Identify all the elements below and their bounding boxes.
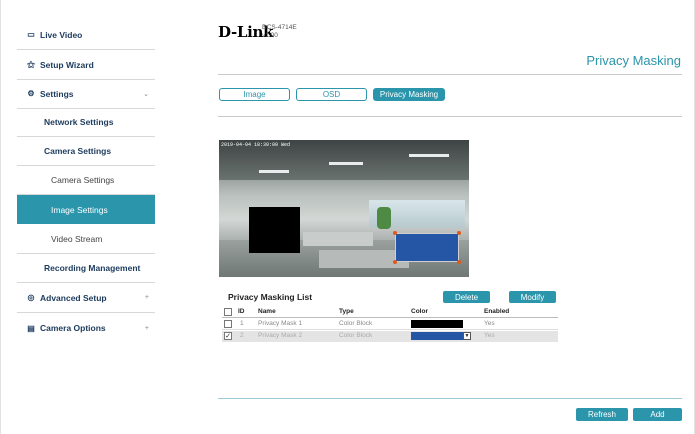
col-type: Type xyxy=(339,308,354,315)
delete-button[interactable]: Delete xyxy=(443,291,490,303)
table-row[interactable]: 1 Privacy Mask 1 Color Block Yes xyxy=(222,319,558,330)
sidebar-item-camera-settings[interactable]: Camera Settings xyxy=(17,137,155,166)
sidebar-item-label: Network Settings xyxy=(44,117,114,127)
desk xyxy=(303,232,373,246)
options-icon: ▤ xyxy=(27,323,35,333)
select-all-checkbox[interactable] xyxy=(224,308,232,316)
page-title: Privacy Masking xyxy=(586,53,681,68)
row-name: Privacy Mask 1 xyxy=(258,320,303,327)
ceiling-light xyxy=(329,162,363,165)
ceiling-light xyxy=(409,154,449,157)
sidebar-item-camera-options[interactable]: ▤ Camera Options + xyxy=(17,313,155,343)
sidebar-item-settings[interactable]: ⚙ Settings ⌄ xyxy=(17,79,155,109)
sidebar-item-advanced-setup[interactable]: ◎ Advanced Setup + xyxy=(17,283,155,313)
col-color: Color xyxy=(411,308,428,315)
sidebar-item-label: Settings xyxy=(40,88,74,99)
chevron-down-icon[interactable]: ▼ xyxy=(463,332,471,340)
expand-icon: + xyxy=(144,294,149,301)
sidebar-item-label: Camera Settings xyxy=(51,175,115,185)
firmware-version: v1.00 xyxy=(262,32,278,39)
sidebar-item-label: Camera Settings xyxy=(44,146,112,156)
ceiling-light xyxy=(259,170,289,173)
model-name: DCS-4714E xyxy=(262,24,297,31)
col-name: Name xyxy=(258,308,276,315)
col-enabled: Enabled xyxy=(484,308,510,315)
row-checkbox[interactable] xyxy=(224,320,232,328)
row-checkbox[interactable]: ✓ xyxy=(224,332,232,340)
row-id: 2 xyxy=(240,332,244,339)
resize-handle[interactable] xyxy=(457,260,461,264)
wand-icon: ⚝ xyxy=(27,59,35,69)
row-id: 1 xyxy=(240,320,244,327)
divider xyxy=(218,116,682,117)
divider xyxy=(218,74,682,75)
sidebar-item-label: Recording Management xyxy=(44,263,141,273)
list-title: Privacy Masking List xyxy=(228,292,313,302)
privacy-mask-1[interactable] xyxy=(249,207,300,253)
sidebar: ▭ Live Video ⚝ Setup Wizard ⚙ Settings ⌄… xyxy=(17,0,155,434)
refresh-button[interactable]: Refresh xyxy=(576,408,628,421)
sidebar-item-label: Advanced Setup xyxy=(40,292,107,303)
divider xyxy=(218,398,682,399)
sidebar-item-label: Live Video xyxy=(40,29,83,40)
advanced-icon: ◎ xyxy=(27,293,35,302)
video-preview[interactable]: 2019-04-04 18:30:00 Wed xyxy=(219,140,469,277)
expand-icon: + xyxy=(144,324,149,332)
resize-handle[interactable] xyxy=(393,231,397,235)
sidebar-item-recording-management[interactable]: Recording Management xyxy=(17,254,155,283)
row-name: Privacy Mask 2 xyxy=(258,332,303,339)
sidebar-item-camera-settings-sub[interactable]: Camera Settings xyxy=(17,166,155,195)
add-button[interactable]: Add xyxy=(633,408,682,421)
row-type: Color Block xyxy=(339,332,373,339)
tab-image[interactable]: Image xyxy=(219,88,290,101)
chevron-down-icon: ⌄ xyxy=(143,90,149,98)
col-id: ID xyxy=(238,308,245,315)
sidebar-item-label: Setup Wizard xyxy=(40,59,94,70)
tab-privacy-masking[interactable]: Privacy Masking xyxy=(373,88,445,101)
row-enabled: Yes xyxy=(484,332,495,339)
color-select[interactable] xyxy=(411,332,463,340)
table-row[interactable]: ✓ 2 Privacy Mask 2 Color Block ▼ Yes xyxy=(222,331,558,342)
resize-handle[interactable] xyxy=(457,231,461,235)
modify-button[interactable]: Modify xyxy=(509,291,556,303)
sidebar-item-setup-wizard[interactable]: ⚝ Setup Wizard xyxy=(17,50,155,80)
sidebar-item-label: Video Stream xyxy=(51,234,103,244)
resize-handle[interactable] xyxy=(393,260,397,264)
sidebar-item-label: Image Settings xyxy=(51,204,108,215)
sidebar-item-image-settings[interactable]: Image Settings xyxy=(17,195,155,224)
gear-icon: ⚙ xyxy=(27,89,35,98)
video-icon: ▭ xyxy=(27,30,35,39)
model-info: DCS-4714E v1.00 xyxy=(262,24,297,40)
color-swatch xyxy=(411,320,463,328)
plant xyxy=(377,207,391,229)
tab-osd[interactable]: OSD xyxy=(296,88,367,101)
privacy-mask-2[interactable] xyxy=(395,233,459,262)
sidebar-item-live-video[interactable]: ▭ Live Video xyxy=(17,20,155,50)
sidebar-item-network-settings[interactable]: Network Settings xyxy=(17,108,155,137)
row-type: Color Block xyxy=(339,320,373,327)
row-enabled: Yes xyxy=(484,320,495,327)
osd-timestamp: 2019-04-04 18:30:00 Wed xyxy=(221,142,291,148)
sidebar-item-video-stream[interactable]: Video Stream xyxy=(17,225,155,254)
table-header: ID Name Type Color Enabled xyxy=(222,307,558,318)
sidebar-item-label: Camera Options xyxy=(40,323,106,333)
